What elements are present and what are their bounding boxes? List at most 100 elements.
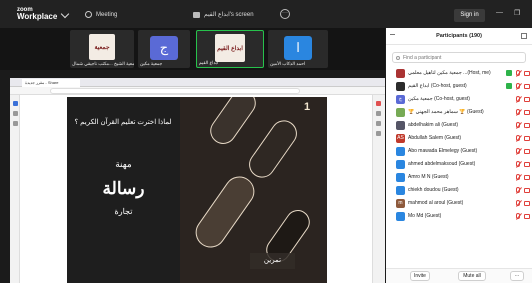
participant-avatar: m [396, 199, 405, 208]
brand-bottom: Workplace [17, 12, 58, 21]
video-tile[interactable]: ا أحمد الذكاب الأمين [268, 30, 328, 68]
video-tile[interactable]: ج جمعية مكين [138, 30, 190, 68]
participant-row[interactable]: ahmed abdelmaksoud (Guest) [386, 158, 532, 171]
mic-muted-icon[interactable] [516, 148, 520, 154]
mic-muted-icon[interactable] [516, 135, 520, 141]
participant-name: Abo mawada Elmelegy (Guest) [408, 148, 478, 154]
camera-off-icon[interactable] [524, 214, 530, 219]
mic-muted-icon[interactable] [516, 122, 520, 128]
camera-off-icon[interactable] [524, 201, 530, 206]
participant-avatar [396, 212, 405, 221]
mic-muted-icon[interactable] [516, 187, 520, 193]
mic-muted-icon[interactable] [516, 161, 520, 167]
sign-in-button[interactable]: Sign in [454, 9, 485, 22]
mute-all-button[interactable]: Mute all [458, 271, 486, 281]
participants-panel: Participants (190) جمعية مكين لتأهيل معل… [386, 28, 532, 283]
decorative-shape [189, 170, 261, 254]
minimize-button[interactable]: — [496, 9, 503, 16]
participant-name: abdelhakim ali (Guest) [408, 122, 459, 128]
participant-list: جمعية مكين لتأهيل معلمي ...(Host, me) ابد… [386, 67, 532, 223]
participant-avatar [396, 69, 405, 78]
participant-avatar [396, 82, 405, 91]
camera-off-icon[interactable] [524, 149, 530, 154]
participant-row[interactable]: ابداع القيم (Co-host, guest) [386, 80, 532, 93]
participant-avatar: ج [396, 95, 405, 104]
editor-right-toolbar [372, 95, 385, 283]
participant-search[interactable] [392, 52, 526, 63]
participant-row[interactable]: Abo mawada Elmelegy (Guest) [386, 145, 532, 158]
participant-name: 🏆 سماهر محمد الجهني 🏆 (Guest) [408, 109, 484, 115]
zoom-workplace-window: zoom Workplace Meeting ابداع القيم's scr… [0, 0, 532, 283]
tool-icon[interactable] [13, 101, 18, 106]
app-logo: zoom Workplace [17, 7, 57, 21]
mic-muted-icon[interactable] [516, 174, 520, 180]
participant-row[interactable]: ج جمعية مكين (Co-host, guest) [386, 93, 532, 106]
mic-muted-icon[interactable] [516, 109, 520, 115]
decorative-shape [205, 97, 261, 150]
participant-name: جمعية مكين لتأهيل معلمي ...(Host, me) [408, 70, 491, 76]
panel-title: Participants (190) [436, 33, 482, 39]
participant-row[interactable]: Mo Md (Guest) [386, 210, 532, 223]
slide-question: لماذا اخترت تعليم القرآن الكريم ؟ [74, 119, 172, 126]
editor-left-toolbar [10, 95, 20, 283]
participant-avatar [396, 160, 405, 169]
camera-off-icon[interactable] [524, 71, 530, 76]
url-field[interactable] [50, 88, 300, 94]
search-input[interactable] [403, 54, 523, 62]
participant-avatar [396, 173, 405, 182]
participant-name: mahmod al aroul (Guest) [408, 200, 464, 206]
panel-header: Participants (190) [386, 28, 532, 45]
mic-muted-icon[interactable] [516, 96, 520, 102]
video-tile-active[interactable]: ابداع القيم ابداع القيم [196, 30, 264, 68]
tool-icon[interactable] [13, 111, 18, 116]
slide-word-profession: مهنة [115, 159, 132, 169]
camera-off-icon[interactable] [524, 110, 530, 115]
participant-row[interactable]: جمعية مكين لتأهيل معلمي ...(Host, me) [386, 67, 532, 80]
participant-row[interactable]: AS Abdullah Salem (Guest) [386, 132, 532, 145]
invite-button[interactable]: Invite [410, 271, 430, 281]
participant-avatar [396, 108, 405, 117]
tool-icon[interactable] [13, 121, 18, 126]
participant-name: chiekh doudou (Guest) [408, 187, 459, 193]
camera-off-icon[interactable] [524, 136, 530, 141]
mic-muted-icon[interactable] [516, 70, 520, 76]
tile-name: جمعية الشيخ ...مكتب ناجيقي شمال [72, 61, 134, 66]
more-options-icon[interactable]: ··· [280, 9, 290, 19]
tile-name: ابداع القيم [199, 60, 219, 65]
participant-row[interactable]: chiekh doudou (Guest) [386, 184, 532, 197]
chevron-down-icon[interactable] [60, 9, 70, 19]
participant-avatar [396, 121, 405, 130]
meeting-label: Meeting [96, 11, 118, 18]
participant-avatar: AS [396, 134, 405, 143]
camera-off-icon[interactable] [524, 123, 530, 128]
meeting-gear-icon [85, 11, 92, 18]
restore-button[interactable]: ❐ [514, 9, 520, 17]
meeting-tab[interactable]: Meeting [85, 11, 117, 18]
camera-off-icon[interactable] [524, 97, 530, 102]
tool-icon[interactable] [376, 111, 381, 116]
video-tile[interactable]: جمعية جمعية الشيخ ...مكتب ناجيقي شمال [70, 30, 134, 68]
participant-logo: جمعية [89, 34, 115, 60]
more-button[interactable]: ··· [510, 271, 524, 281]
browser-tab[interactable]: مقرر جدیدة - Share [22, 79, 80, 87]
tool-icon[interactable] [376, 121, 381, 126]
camera-off-icon[interactable] [524, 175, 530, 180]
tool-icon[interactable] [376, 101, 381, 106]
top-toolbar: zoom Workplace Meeting ابداع القيم's scr… [0, 0, 532, 28]
participant-row[interactable]: 🏆 سماهر محمد الجهني 🏆 (Guest) [386, 106, 532, 119]
camera-off-icon[interactable] [524, 162, 530, 167]
participant-row[interactable]: m mahmod al aroul (Guest) [386, 197, 532, 210]
browser-address-bar [10, 87, 385, 95]
mic-muted-icon[interactable] [516, 83, 520, 89]
mic-muted-icon[interactable] [516, 213, 520, 219]
tool-icon[interactable] [376, 131, 381, 136]
popout-icon[interactable] [521, 33, 527, 39]
mic-muted-icon[interactable] [516, 200, 520, 206]
participant-name: Mo Md (Guest) [408, 213, 442, 219]
participant-logo: ابداع القيم [215, 34, 245, 62]
video-on-icon [506, 70, 512, 76]
camera-off-icon[interactable] [524, 84, 530, 89]
camera-off-icon[interactable] [524, 188, 530, 193]
participant-row[interactable]: Amro M N (Guest) [386, 171, 532, 184]
participant-row[interactable]: abdelhakim ali (Guest) [386, 119, 532, 132]
